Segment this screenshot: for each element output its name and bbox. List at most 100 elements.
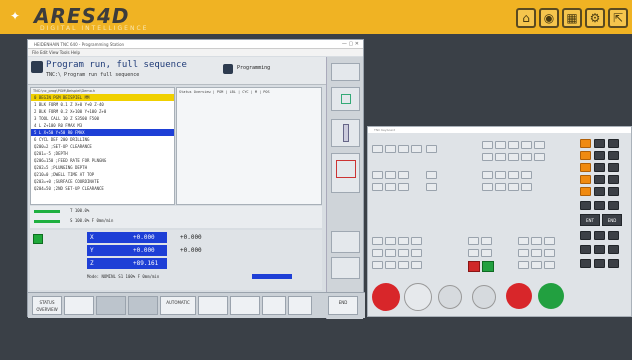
key[interactable] <box>531 261 542 269</box>
program-line[interactable]: Q204=50 ;2ND SET-UP CLEARANCE <box>31 185 174 192</box>
key[interactable] <box>521 141 532 149</box>
key[interactable] <box>495 153 506 161</box>
num-key[interactable] <box>594 151 605 160</box>
softkey-2[interactable] <box>64 296 94 315</box>
key[interactable] <box>531 237 542 245</box>
spindle-override-knob[interactable] <box>404 283 432 311</box>
stop-key[interactable] <box>468 261 480 272</box>
key[interactable] <box>518 261 529 269</box>
key[interactable] <box>398 171 409 179</box>
program-line[interactable]: Q202=5 ;PLUNGING DEPTH <box>31 164 174 171</box>
key[interactable] <box>372 237 383 245</box>
key[interactable] <box>385 171 396 179</box>
end-key[interactable]: END <box>602 214 622 226</box>
grid-icon[interactable]: ▦ <box>562 8 582 28</box>
key[interactable] <box>482 141 493 149</box>
key[interactable] <box>411 237 422 245</box>
key[interactable] <box>411 261 422 269</box>
key[interactable] <box>398 183 409 191</box>
key[interactable] <box>544 261 555 269</box>
num-key[interactable] <box>594 187 605 196</box>
softkey-4[interactable] <box>128 296 158 315</box>
num-key[interactable] <box>594 201 605 210</box>
key[interactable] <box>508 141 519 149</box>
key[interactable] <box>411 249 422 257</box>
emergency-stop-button[interactable] <box>372 283 400 311</box>
key[interactable] <box>468 249 479 257</box>
programming-mode-label[interactable]: Programming <box>237 65 270 71</box>
key[interactable] <box>508 171 519 179</box>
key[interactable] <box>482 153 493 161</box>
key[interactable] <box>398 145 409 153</box>
axis-key[interactable] <box>580 175 591 184</box>
program-line-selected[interactable]: 5 L X+50 Y+50 R0 FMAX <box>31 129 174 136</box>
key[interactable] <box>398 237 409 245</box>
status-tabs[interactable]: Status Overview | PGM | LBL | CYC | M | … <box>177 88 321 97</box>
enter-key[interactable]: ENT <box>580 214 600 226</box>
key[interactable] <box>521 153 532 161</box>
key[interactable] <box>426 171 437 179</box>
program-line[interactable]: 3 TOOL CALL 10 Z S3500 F500 <box>31 115 174 122</box>
side-softkey-5[interactable] <box>331 231 360 253</box>
num-key[interactable] <box>594 163 605 172</box>
side-softkey-2[interactable] <box>331 87 360 111</box>
axis-key[interactable] <box>580 163 591 172</box>
num-key[interactable] <box>608 139 619 148</box>
key[interactable] <box>495 141 506 149</box>
key[interactable] <box>518 237 529 245</box>
key[interactable] <box>385 249 396 257</box>
key[interactable] <box>518 249 529 257</box>
key[interactable] <box>508 153 519 161</box>
key[interactable] <box>482 171 493 179</box>
softkey-end[interactable]: END <box>328 296 358 315</box>
home-icon[interactable]: ⌂ <box>516 8 536 28</box>
axis-key[interactable] <box>580 187 591 196</box>
gear-icon[interactable]: ⚙ <box>585 8 605 28</box>
window-controls[interactable]: — ▢ ✕ <box>342 40 359 49</box>
num-key[interactable] <box>580 201 591 210</box>
num-key[interactable] <box>594 245 605 254</box>
door-icon[interactable]: ⇱ <box>608 8 628 28</box>
program-line[interactable]: 6 CYCL DEF 200 DRILLING <box>31 136 174 143</box>
softkey-7[interactable] <box>230 296 260 315</box>
key[interactable] <box>482 183 493 191</box>
num-key[interactable] <box>608 259 619 268</box>
key[interactable] <box>481 237 492 245</box>
num-key[interactable] <box>608 151 619 160</box>
axis-key[interactable] <box>580 151 591 160</box>
num-key[interactable] <box>580 259 591 268</box>
program-line[interactable]: Q203=+0 ;SURFACE COORDINATE <box>31 178 174 185</box>
key[interactable] <box>495 183 506 191</box>
key[interactable] <box>372 249 383 257</box>
start-key[interactable] <box>482 261 494 272</box>
side-softkey-4[interactable] <box>331 153 360 193</box>
camera-icon[interactable]: ◉ <box>539 8 559 28</box>
program-line[interactable]: 4 L Z+100 R0 FMAX M3 <box>31 122 174 129</box>
axis-key[interactable] <box>580 139 591 148</box>
softkey-automatic[interactable]: AUTOMATIC <box>160 296 196 315</box>
softkey-8[interactable] <box>262 296 286 315</box>
key[interactable] <box>411 145 422 153</box>
num-key[interactable] <box>608 175 619 184</box>
num-key[interactable] <box>580 245 591 254</box>
key[interactable] <box>372 171 383 179</box>
key[interactable] <box>531 249 542 257</box>
program-line[interactable]: Q200=2 ;SET-UP CLEARANCE <box>31 143 174 150</box>
num-key[interactable] <box>580 231 591 240</box>
key[interactable] <box>385 237 396 245</box>
num-key[interactable] <box>608 163 619 172</box>
key[interactable] <box>508 183 519 191</box>
nc-stop-button[interactable] <box>506 283 532 309</box>
key[interactable] <box>544 249 555 257</box>
key[interactable] <box>521 183 532 191</box>
side-softkey-6[interactable] <box>331 257 360 279</box>
key[interactable] <box>372 183 383 191</box>
rapid-override-knob[interactable] <box>472 285 496 309</box>
key[interactable] <box>534 141 545 149</box>
program-line[interactable]: Q206=150 ;FEED RATE FOR PLNGNG <box>31 157 174 164</box>
side-softkey-3[interactable] <box>331 119 360 147</box>
key[interactable] <box>426 145 437 153</box>
key[interactable] <box>385 145 396 153</box>
program-line[interactable]: 0 BEGIN PGM BEISPIEL MM <box>31 94 174 101</box>
program-line[interactable]: Q210=0 ;DWELL TIME AT TOP <box>31 171 174 178</box>
